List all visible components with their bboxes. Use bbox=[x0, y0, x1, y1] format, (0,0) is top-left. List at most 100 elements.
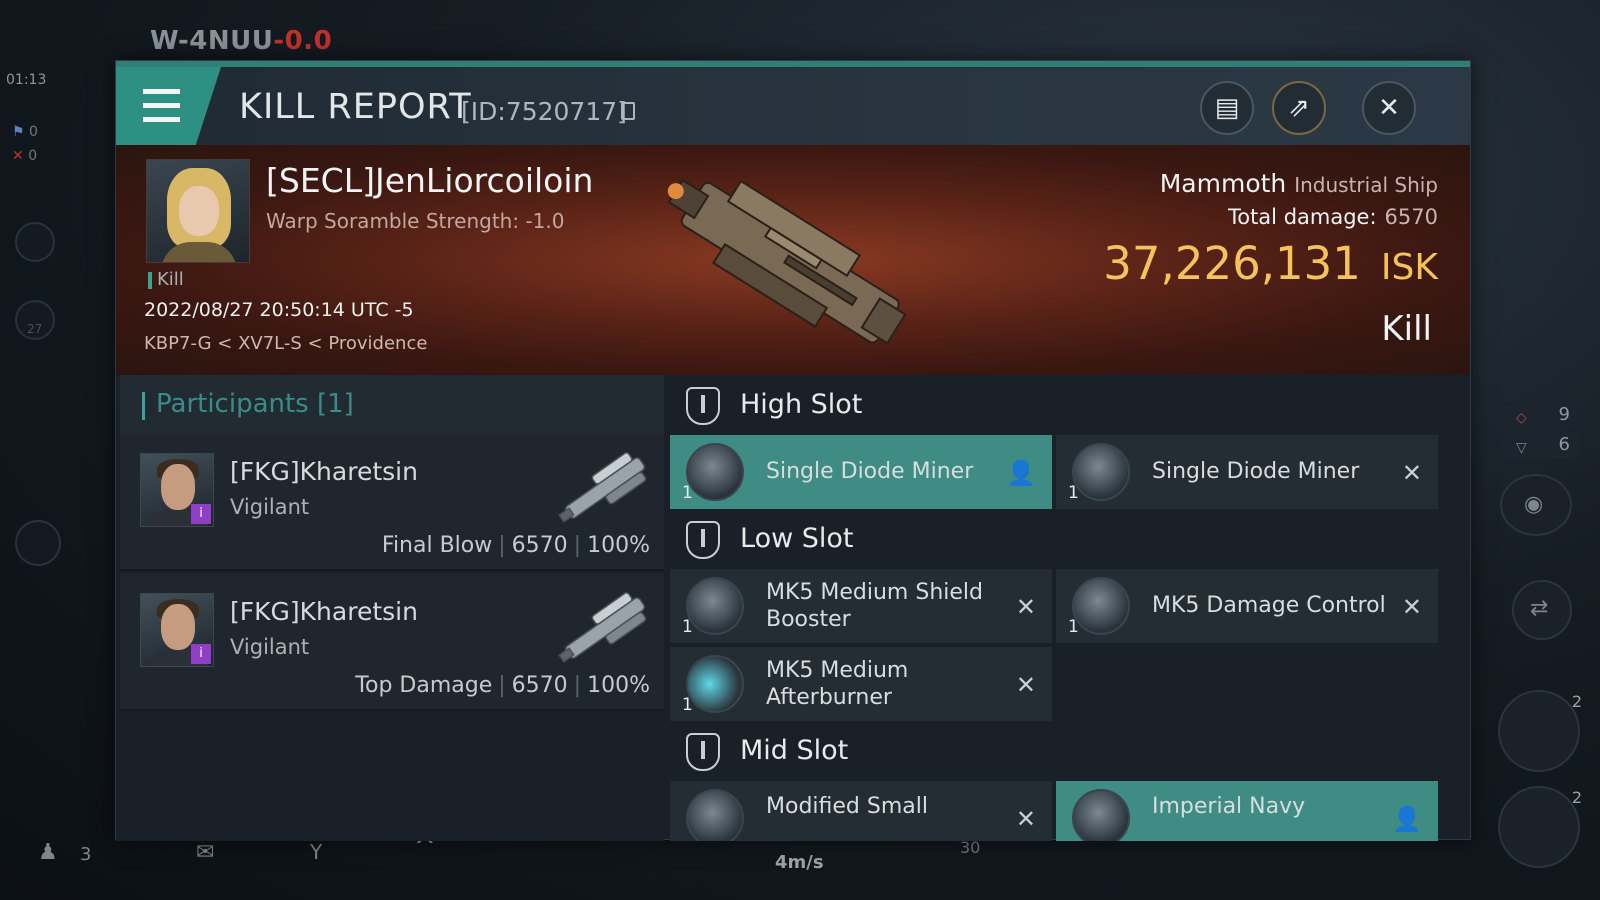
corp-badge-icon: i bbox=[191, 504, 211, 524]
item-qty: 1 bbox=[1068, 617, 1079, 637]
fitting-item[interactable]: 1 MK5 Damage Control ✕ bbox=[1056, 569, 1438, 643]
avatar-face bbox=[179, 186, 219, 236]
total-damage-value: 6570 bbox=[1384, 205, 1438, 229]
destroyed-x-icon: ✕ bbox=[1015, 671, 1036, 699]
fitting-item[interactable]: Imperial Navy 👤 bbox=[1056, 781, 1438, 841]
slot-icon bbox=[686, 733, 720, 771]
menu-button[interactable] bbox=[116, 67, 221, 145]
isk-unit: ISK bbox=[1380, 247, 1438, 288]
fitting-item[interactable]: 1 Single Diode Miner 👤 bbox=[670, 435, 1052, 509]
participants-accent bbox=[142, 392, 145, 420]
item-name: MK5 Damage Control bbox=[1152, 593, 1386, 619]
share-button[interactable]: ⇗ bbox=[1272, 81, 1326, 135]
slot-icon bbox=[686, 521, 720, 559]
filter-icon: ▽ bbox=[1516, 440, 1527, 456]
destroyed-x-icon: ✕ bbox=[1401, 459, 1422, 487]
kill-result: Kill bbox=[1381, 309, 1432, 349]
dock-button[interactable]: 27 bbox=[15, 300, 55, 340]
item-name: MK5 Medium Afterburner bbox=[766, 657, 909, 711]
red-counter: 0 bbox=[28, 148, 38, 164]
item-name: Single Diode Miner bbox=[766, 459, 974, 485]
report-id: [ID:7520717] bbox=[461, 97, 627, 126]
people-icon[interactable]: ♟ bbox=[38, 840, 58, 865]
copy-icon[interactable] bbox=[621, 102, 635, 120]
clipboard-icon: ▤ bbox=[1214, 93, 1240, 123]
victim-banner: [SECL]JenLiorcoiloin Warp Soramble Stren… bbox=[116, 145, 1470, 375]
security-status: -0.0 bbox=[273, 26, 333, 56]
participants-panel: Participants [1] i [FKG]Kharetsin Vigila… bbox=[116, 375, 664, 841]
participant-name: [FKG]Kharetsin bbox=[230, 597, 418, 626]
speed-readout: 4m/s bbox=[775, 852, 824, 873]
warp-scramble-strength: Warp Soramble Strength: -1.0 bbox=[266, 209, 565, 233]
fitting-item[interactable]: 1 Single Diode Miner ✕ bbox=[1056, 435, 1438, 509]
victim-name[interactable]: [SECL]JenLiorcoiloin bbox=[266, 161, 593, 200]
item-name: MK5 Medium Shield Booster bbox=[766, 579, 983, 633]
item-name: Imperial Navy bbox=[1152, 794, 1306, 819]
mail-icon[interactable]: ✉ bbox=[196, 840, 214, 865]
fitting-item[interactable]: 1 MK5 Medium Afterburner ✕ bbox=[670, 647, 1052, 721]
eye-button[interactable]: ◉ bbox=[1500, 474, 1572, 536]
destroyed-x-icon: ✕ bbox=[1401, 593, 1422, 621]
avatar-face bbox=[161, 464, 195, 510]
ship-class: Industrial Ship bbox=[1294, 173, 1438, 197]
red-x-icon: ✕ 0 bbox=[12, 148, 38, 164]
miner-icon bbox=[1072, 443, 1130, 501]
isk-amount: 37,226,131 bbox=[1103, 237, 1361, 290]
shield-icon bbox=[686, 577, 744, 635]
participants-title: Participants [1] bbox=[156, 389, 354, 419]
dock-number: 27 bbox=[27, 322, 43, 336]
swap-button[interactable]: ⇄ bbox=[1512, 580, 1572, 640]
share-icon: ⇗ bbox=[1288, 93, 1310, 123]
destroyed-x-icon: ✕ bbox=[1015, 805, 1036, 833]
total-damage: Total damage: 6570 bbox=[1228, 205, 1438, 229]
weapon-icon bbox=[558, 592, 647, 663]
ship-image bbox=[667, 178, 907, 345]
slot-label: High Slot bbox=[740, 389, 863, 420]
participants-header: Participants [1] bbox=[120, 375, 664, 433]
drone-slot-a[interactable]: 2 bbox=[1498, 690, 1582, 772]
isk-value: 37,226,131 ISK bbox=[1103, 237, 1438, 290]
route-icon[interactable]: Y bbox=[310, 840, 322, 864]
participant-role: Final Blow bbox=[381, 533, 493, 558]
person-icon: 👤 bbox=[1006, 459, 1036, 487]
kill-datetime: 2022/08/27 20:50:14 UTC -5 bbox=[144, 299, 414, 321]
fitting-panel: High Slot 1 Single Diode Miner 👤 1 Singl… bbox=[670, 375, 1444, 841]
participant-name: [FKG]Kharetsin bbox=[230, 457, 418, 486]
clipboard-button[interactable]: ▤ bbox=[1200, 81, 1254, 135]
pause-button[interactable] bbox=[15, 222, 55, 262]
afterburner-icon bbox=[686, 655, 744, 713]
target-button[interactable] bbox=[15, 520, 61, 566]
kill-location: KBP7-G < XV7L-S < Providence bbox=[144, 333, 428, 354]
diamond-icon: ◇ bbox=[1516, 410, 1527, 426]
close-button[interactable]: ✕ bbox=[1362, 81, 1416, 135]
fitting-item[interactable]: Modified Small ✕ bbox=[670, 781, 1052, 841]
participant-row[interactable]: i [FKG]Kharetsin Vigilant Top Damage | 657… bbox=[120, 573, 664, 711]
stat-badge-one: ◇ 9 bbox=[1504, 402, 1578, 428]
item-qty: 1 bbox=[682, 483, 693, 503]
fitting-item[interactable]: 1 MK5 Medium Shield Booster ✕ bbox=[670, 569, 1052, 643]
participant-percent: 100% bbox=[587, 673, 650, 698]
ship-name-text: Mammoth bbox=[1159, 169, 1287, 198]
page-title: KILL REPORT bbox=[239, 87, 472, 127]
avatar-face bbox=[161, 604, 195, 650]
victim-avatar[interactable] bbox=[146, 159, 250, 263]
high-slot-header: High Slot bbox=[670, 375, 1444, 437]
participant-row[interactable]: i [FKG]Kharetsin Vigilant Final Blow | 657… bbox=[120, 433, 664, 571]
kill-tag: Kill bbox=[148, 269, 184, 290]
blue-counter: 0 bbox=[29, 124, 38, 140]
participant-stats: Top Damage | 6570 | 100% bbox=[355, 673, 650, 698]
item-name: Single Diode Miner bbox=[1152, 459, 1360, 485]
miner-icon bbox=[686, 443, 744, 501]
ship-type[interactable]: Mammoth Industrial Ship bbox=[1160, 169, 1438, 198]
blue-flag-icon: ⚑ 0 bbox=[12, 124, 38, 140]
avatar-body bbox=[161, 242, 237, 262]
slot-icon bbox=[686, 387, 720, 425]
participant-stats: Final Blow | 6570 | 100% bbox=[381, 533, 650, 558]
panel-header: KILL REPORT [ID:7520717] ▤ ⇗ ✕ bbox=[116, 67, 1470, 145]
person-icon: 👤 bbox=[1392, 805, 1422, 833]
participant-role: Top Damage bbox=[355, 673, 493, 698]
hamburger-icon-bar bbox=[143, 103, 180, 108]
hamburger-icon-bar bbox=[143, 117, 180, 122]
participant-damage: 6570 bbox=[511, 673, 568, 698]
stat-badge-two: ▽ 6 bbox=[1504, 432, 1578, 458]
